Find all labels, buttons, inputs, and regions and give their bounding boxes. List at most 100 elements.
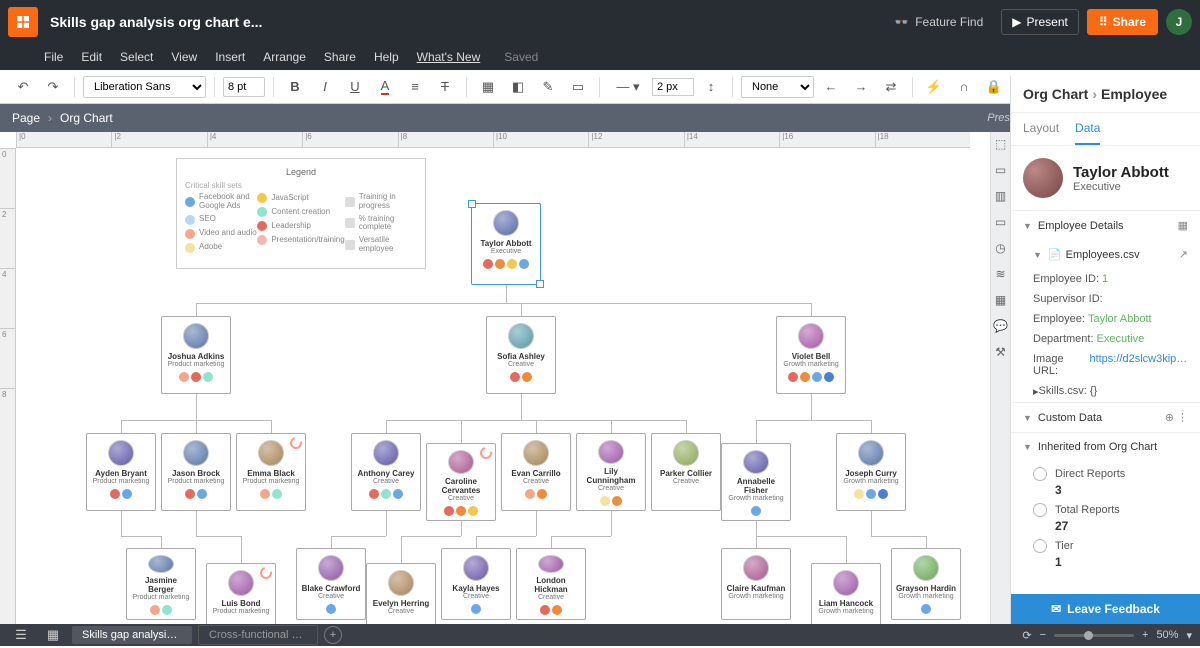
magnet-button[interactable]: ∩ xyxy=(951,74,977,100)
org-node[interactable]: Ayden BryantProduct marketing xyxy=(86,433,156,511)
action-button[interactable]: ⚡ xyxy=(921,74,947,100)
fill-button[interactable]: ▦ xyxy=(475,74,501,100)
underline-button[interactable]: U xyxy=(342,74,368,100)
line-style-button[interactable]: — ▾ xyxy=(608,74,648,100)
org-node[interactable]: Jasmine BergerProduct marketing xyxy=(126,548,196,620)
menu-select[interactable]: Select xyxy=(120,50,153,64)
line-end-button[interactable]: ↕ xyxy=(698,74,724,100)
undo-button[interactable]: ↶ xyxy=(10,74,36,100)
dock-data-icon[interactable]: ▦ xyxy=(993,292,1009,308)
grid-icon[interactable]: ▦ xyxy=(1178,219,1188,232)
menu-whatsnew[interactable]: What's New xyxy=(417,50,481,64)
node-role: Creative xyxy=(508,361,534,368)
zoom-out-button[interactable]: − xyxy=(1040,629,1046,641)
menu-insert[interactable]: Insert xyxy=(215,50,245,64)
org-node[interactable]: Joshua AdkinsProduct marketing xyxy=(161,316,231,394)
external-link-icon[interactable]: ↗ xyxy=(1179,248,1188,261)
legend-box[interactable]: Legend Critical skill sets Facebook and … xyxy=(176,158,426,269)
feature-find-button[interactable]: 👓 Feature Find xyxy=(884,9,993,35)
arrow-end-button[interactable]: → xyxy=(848,74,874,100)
dock-settings-icon[interactable]: ⚒ xyxy=(993,344,1009,360)
menu-arrange[interactable]: Arrange xyxy=(263,50,306,64)
breadcrumb-page[interactable]: Page xyxy=(12,111,40,125)
node-role: Product marketing xyxy=(93,478,150,485)
section-custom-data[interactable]: ▼Custom Data⊕ ⋮ xyxy=(1011,402,1200,432)
org-node[interactable]: Liam HancockGrowth marketing xyxy=(811,563,881,624)
font-size-input[interactable] xyxy=(223,77,265,97)
org-node[interactable]: Claire KaufmanGrowth marketing xyxy=(721,548,791,620)
org-node[interactable]: Jason BrockProduct marketing xyxy=(161,433,231,511)
font-select[interactable]: Liberation Sans xyxy=(83,76,206,98)
org-node[interactable]: Lily CunninghamCreative xyxy=(576,433,646,511)
org-node[interactable]: London HickmanCreative xyxy=(516,548,586,620)
doc-title[interactable]: Skills gap analysis org chart e... xyxy=(50,14,262,30)
app-logo[interactable] xyxy=(8,7,38,37)
present-button[interactable]: ▶Present xyxy=(1001,9,1079,35)
menu-help[interactable]: Help xyxy=(374,50,399,64)
tab-data[interactable]: Data xyxy=(1075,113,1100,145)
share-button[interactable]: ⠿Share xyxy=(1087,9,1158,35)
swap-arrows-button[interactable]: ⇄ xyxy=(878,74,904,100)
bold-button[interactable]: B xyxy=(282,74,308,100)
org-node[interactable]: Violet BellGrowth marketing xyxy=(776,316,846,394)
sync-icon[interactable]: ⟳ xyxy=(1022,629,1031,642)
canvas[interactable]: Legend Critical skill sets Facebook and … xyxy=(16,148,970,624)
org-node[interactable]: Annabelle FisherGrowth marketing xyxy=(721,443,791,521)
binoculars-icon: 👓 xyxy=(894,15,909,29)
org-node[interactable]: Grayson HardinGrowth marketing xyxy=(891,548,961,620)
menu-edit[interactable]: Edit xyxy=(81,50,102,64)
csv-source[interactable]: ▼📄Employees.csv↗ xyxy=(1011,240,1200,269)
org-node[interactable]: Joseph CurryGrowth marketing xyxy=(836,433,906,511)
breadcrumb-orgchart[interactable]: Org Chart xyxy=(60,111,113,125)
section-inherited[interactable]: ▼Inherited from Org Chart xyxy=(1011,432,1200,461)
align-button[interactable]: ≡ xyxy=(402,74,428,100)
clear-format-button[interactable]: T xyxy=(432,74,458,100)
dock-slides-icon[interactable]: ▭ xyxy=(993,214,1009,230)
org-node[interactable]: Caroline CervantesCreative xyxy=(426,443,496,521)
dock-select-icon[interactable]: ⬚ xyxy=(993,136,1009,152)
dock-doc-icon[interactable]: ▭ xyxy=(993,162,1009,178)
org-node[interactable]: Evelyn HerringCreative xyxy=(366,563,436,624)
node-role: Growth marketing xyxy=(728,593,783,600)
menu-file[interactable]: File xyxy=(44,50,63,64)
page-tab-inactive[interactable]: Cross-functional proj… xyxy=(198,625,318,645)
zoom-slider[interactable] xyxy=(1054,634,1134,637)
arrow-start-button[interactable]: ← xyxy=(818,74,844,100)
lock-button[interactable]: 🔒 xyxy=(981,74,1007,100)
redo-button[interactable]: ↷ xyxy=(40,74,66,100)
border-color-button[interactable]: ✎ xyxy=(535,74,561,100)
section-employee-details[interactable]: ▼Employee Details▦ xyxy=(1011,210,1200,240)
grid-view-icon[interactable]: ▦ xyxy=(40,622,66,648)
text-color-button[interactable]: A xyxy=(372,74,398,100)
org-node[interactable]: Blake CrawfordCreative xyxy=(296,548,366,620)
line-width-input[interactable] xyxy=(652,78,694,96)
add-page-button[interactable]: + xyxy=(324,626,342,644)
dock-presentation-icon[interactable]: ▥ xyxy=(993,188,1009,204)
org-node[interactable]: Kayla HayesCreative xyxy=(441,548,511,620)
add-icon[interactable]: ⊕ ⋮ xyxy=(1165,411,1188,424)
org-node[interactable]: Anthony CareyCreative xyxy=(351,433,421,511)
org-node[interactable]: Taylor AbbottExecutive xyxy=(471,203,541,285)
shape-style-button[interactable]: ▭ xyxy=(565,74,591,100)
menu-view[interactable]: View xyxy=(171,50,197,64)
menu-share[interactable]: Share xyxy=(324,50,356,64)
page-tab-active[interactable]: Skills gap analysis or… xyxy=(72,626,192,644)
outline-view-icon[interactable]: ☰ xyxy=(8,622,34,648)
zoom-dropdown-icon[interactable]: ▾ xyxy=(1186,629,1192,642)
dock-history-icon[interactable]: ◷ xyxy=(993,240,1009,256)
zoom-in-button[interactable]: + xyxy=(1142,629,1148,641)
dock-layers-icon[interactable]: ≋ xyxy=(993,266,1009,282)
tab-layout[interactable]: Layout xyxy=(1023,113,1059,145)
zoom-value[interactable]: 50% xyxy=(1156,629,1178,641)
leave-feedback-button[interactable]: ✉Leave Feedback xyxy=(1011,594,1200,624)
org-node[interactable]: Luis BondProduct marketing xyxy=(206,563,276,624)
border-button[interactable]: ◧ xyxy=(505,74,531,100)
org-node[interactable]: Emma BlackProduct marketing xyxy=(236,433,306,511)
user-avatar[interactable]: J xyxy=(1166,9,1192,35)
italic-button[interactable]: I xyxy=(312,74,338,100)
org-node[interactable]: Evan CarrilloCreative xyxy=(501,433,571,511)
dock-comment-icon[interactable]: 💬 xyxy=(993,318,1009,334)
arrow-select[interactable]: None xyxy=(741,76,814,98)
org-node[interactable]: Sofia AshleyCreative xyxy=(486,316,556,394)
org-node[interactable]: Parker CollierCreative xyxy=(651,433,721,511)
